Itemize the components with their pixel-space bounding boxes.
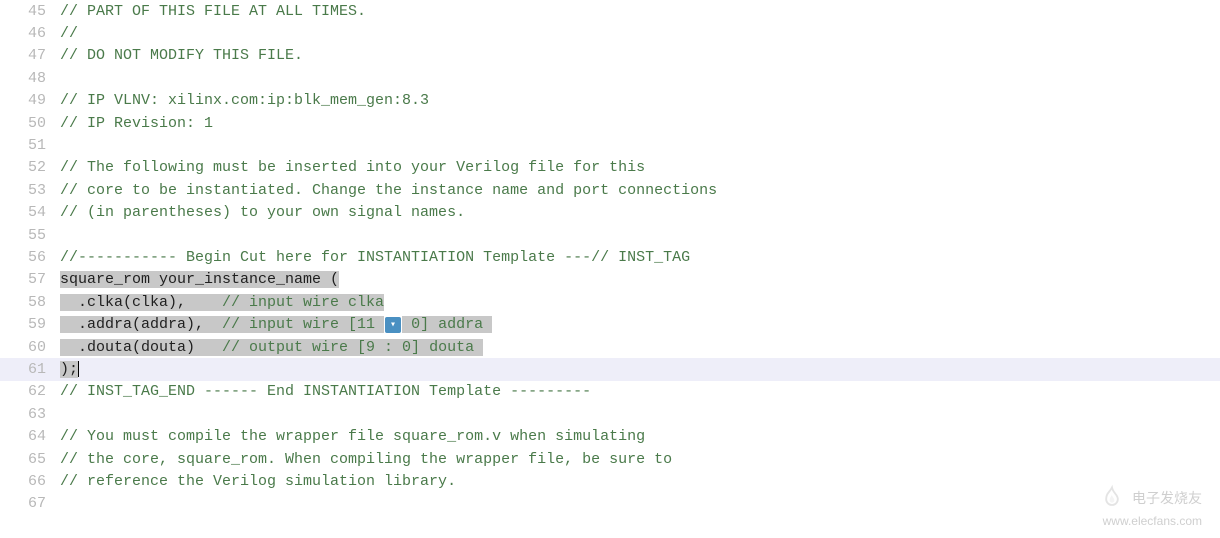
code-segment: // input wire clka <box>222 294 384 311</box>
watermark-url: www.elecfans.com <box>1098 514 1202 528</box>
code-content[interactable]: // IP Revision: 1 <box>60 115 1220 132</box>
line-number: 45 <box>0 3 60 20</box>
code-line[interactable]: 53// core to be instantiated. Change the… <box>0 179 1220 201</box>
code-segment: .douta(douta) <box>60 339 222 356</box>
line-number: 48 <box>0 70 60 87</box>
code-segment: // <box>60 25 78 42</box>
line-number: 55 <box>0 227 60 244</box>
text-caret <box>78 361 79 377</box>
code-segment: .clka(clka), <box>60 294 222 311</box>
line-number: 50 <box>0 115 60 132</box>
line-number: 64 <box>0 428 60 445</box>
code-segment: 0] addra <box>402 316 492 333</box>
code-line[interactable]: 49// IP VLNV: xilinx.com:ip:blk_mem_gen:… <box>0 90 1220 112</box>
code-line[interactable]: 58 .clka(clka), // input wire clka <box>0 291 1220 313</box>
line-number: 51 <box>0 137 60 154</box>
code-segment: // core to be instantiated. Change the i… <box>60 182 717 199</box>
code-line[interactable]: 57square_rom your_instance_name ( <box>0 269 1220 291</box>
code-content[interactable]: // IP VLNV: xilinx.com:ip:blk_mem_gen:8.… <box>60 92 1220 109</box>
code-line[interactable]: 52// The following must be inserted into… <box>0 157 1220 179</box>
line-number: 46 <box>0 25 60 42</box>
code-line[interactable]: 61); <box>0 358 1220 380</box>
code-line[interactable]: 48 <box>0 67 1220 89</box>
code-line[interactable]: 55 <box>0 224 1220 246</box>
code-segment: // (in parentheses) to your own signal n… <box>60 204 465 221</box>
code-line[interactable]: 51 <box>0 134 1220 156</box>
code-content[interactable]: // INST_TAG_END ------ End INSTANTIATION… <box>60 383 1220 400</box>
code-content[interactable]: .clka(clka), // input wire clka <box>60 294 1220 311</box>
line-number: 54 <box>0 204 60 221</box>
code-line[interactable]: 67 <box>0 493 1220 515</box>
code-line[interactable]: 65// the core, square_rom. When compilin… <box>0 448 1220 470</box>
code-line[interactable]: 56//----------- Begin Cut here for INSTA… <box>0 246 1220 268</box>
line-number: 60 <box>0 339 60 356</box>
code-segment: .addra(addra), <box>60 316 222 333</box>
code-content[interactable]: square_rom your_instance_name ( <box>60 271 1220 288</box>
code-segment: // input wire [11 <box>222 316 384 333</box>
code-content[interactable]: //----------- Begin Cut here for INSTANT… <box>60 249 1220 266</box>
line-number: 58 <box>0 294 60 311</box>
code-segment: // You must compile the wrapper file squ… <box>60 428 645 445</box>
code-segment: //----------- Begin Cut here for INSTANT… <box>60 249 690 266</box>
code-content[interactable]: .addra(addra), // input wire [11 ▾ 0] ad… <box>60 316 1220 333</box>
code-content[interactable]: // reference the Verilog simulation libr… <box>60 473 1220 490</box>
line-number: 67 <box>0 495 60 512</box>
code-segment: // IP Revision: 1 <box>60 115 213 132</box>
code-line[interactable]: 54// (in parentheses) to your own signal… <box>0 202 1220 224</box>
code-content[interactable]: .douta(douta) // output wire [9 : 0] dou… <box>60 339 1220 356</box>
line-number: 61 <box>0 361 60 378</box>
code-line[interactable]: 60 .douta(douta) // output wire [9 : 0] … <box>0 336 1220 358</box>
code-content[interactable]: // <box>60 25 1220 42</box>
line-number: 53 <box>0 182 60 199</box>
code-line[interactable]: 62// INST_TAG_END ------ End INSTANTIATI… <box>0 381 1220 403</box>
code-line[interactable]: 50// IP Revision: 1 <box>0 112 1220 134</box>
code-line[interactable]: 45// PART OF THIS FILE AT ALL TIMES. <box>0 0 1220 22</box>
code-segment: // PART OF THIS FILE AT ALL TIMES. <box>60 3 366 20</box>
code-content[interactable]: // the core, square_rom. When compiling … <box>60 451 1220 468</box>
code-segment: // reference the Verilog simulation libr… <box>60 473 456 490</box>
code-segment: // DO NOT MODIFY THIS FILE. <box>60 47 303 64</box>
line-number: 65 <box>0 451 60 468</box>
code-line[interactable]: 63 <box>0 403 1220 425</box>
code-segment: // output wire [9 : 0] douta <box>222 339 483 356</box>
code-segment: // The following must be inserted into y… <box>60 159 645 176</box>
code-content[interactable]: // (in parentheses) to your own signal n… <box>60 204 1220 221</box>
code-line[interactable]: 59 .addra(addra), // input wire [11 ▾ 0]… <box>0 313 1220 335</box>
code-line[interactable]: 66// reference the Verilog simulation li… <box>0 470 1220 492</box>
line-number: 66 <box>0 473 60 490</box>
code-content[interactable]: // You must compile the wrapper file squ… <box>60 428 1220 445</box>
code-content[interactable]: // DO NOT MODIFY THIS FILE. <box>60 47 1220 64</box>
code-line[interactable]: 46// <box>0 22 1220 44</box>
code-segment: square_rom your_instance_name ( <box>60 271 339 288</box>
code-content[interactable]: // core to be instantiated. Change the i… <box>60 182 1220 199</box>
line-number: 62 <box>0 383 60 400</box>
code-segment: // INST_TAG_END ------ End INSTANTIATION… <box>60 383 591 400</box>
line-number: 52 <box>0 159 60 176</box>
line-number: 56 <box>0 249 60 266</box>
code-editor[interactable]: 45// PART OF THIS FILE AT ALL TIMES.46//… <box>0 0 1220 515</box>
code-segment: // the core, square_rom. When compiling … <box>60 451 672 468</box>
line-number: 63 <box>0 406 60 423</box>
code-line[interactable]: 47// DO NOT MODIFY THIS FILE. <box>0 45 1220 67</box>
code-segment: // IP VLNV: xilinx.com:ip:blk_mem_gen:8.… <box>60 92 429 109</box>
code-content[interactable]: ); <box>60 361 1220 378</box>
line-number: 57 <box>0 271 60 288</box>
line-number: 59 <box>0 316 60 333</box>
line-number: 49 <box>0 92 60 109</box>
code-line[interactable]: 64// You must compile the wrapper file s… <box>0 425 1220 447</box>
code-segment: ); <box>60 361 78 378</box>
code-content[interactable]: // The following must be inserted into y… <box>60 159 1220 176</box>
line-number: 47 <box>0 47 60 64</box>
code-content[interactable]: // PART OF THIS FILE AT ALL TIMES. <box>60 3 1220 20</box>
collapse-badge-icon[interactable]: ▾ <box>385 317 401 333</box>
